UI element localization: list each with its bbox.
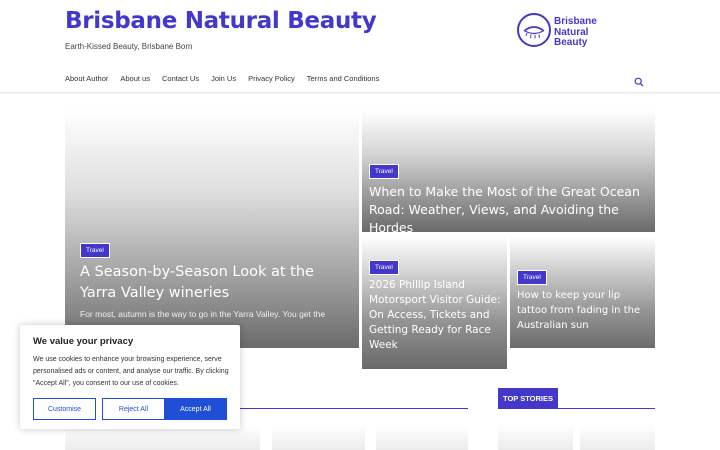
reject-all-button[interactable]: Reject All bbox=[102, 398, 165, 420]
nav-item-contact-us[interactable]: Contact Us bbox=[162, 74, 199, 83]
nav-item-about-author[interactable]: About Author bbox=[65, 74, 108, 83]
eye-logo-icon bbox=[517, 13, 551, 47]
top-stories-heading: TOP STORIES bbox=[498, 388, 559, 409]
featured-card-bottom-right[interactable]: Travel How to keep your lip tattoo from … bbox=[510, 236, 655, 348]
logo-line: Brisbane bbox=[554, 16, 597, 27]
card-title[interactable]: A Season-by-Season Look at the Yarra Val… bbox=[80, 262, 350, 304]
category-badge[interactable]: Travel bbox=[369, 164, 399, 179]
nav-item-privacy-policy[interactable]: Privacy Policy bbox=[248, 74, 295, 83]
card-excerpt: For most, autumn is the way to go in the… bbox=[80, 309, 326, 319]
featured-card-top-right[interactable]: Travel When to Make the Most of the Grea… bbox=[362, 110, 655, 232]
customise-button[interactable]: Customise bbox=[33, 398, 96, 420]
article-thumbnail[interactable] bbox=[498, 424, 573, 450]
category-badge[interactable]: Travel bbox=[369, 260, 399, 275]
accept-all-button[interactable]: Accept All bbox=[164, 398, 227, 420]
site-logo[interactable]: Brisbane Natural Beauty bbox=[516, 12, 606, 52]
nav-item-join-us[interactable]: Join Us bbox=[211, 74, 236, 83]
nav-item-terms[interactable]: Terms and Conditions bbox=[307, 74, 380, 83]
main-nav: About Author About us Contact Us Join Us… bbox=[65, 74, 379, 83]
section-divider bbox=[498, 408, 655, 409]
header-divider bbox=[0, 92, 720, 94]
featured-card-bottom-middle[interactable]: Travel 2026 Phillip Island Motorsport Vi… bbox=[362, 236, 507, 369]
site-title[interactable]: Brisbane Natural Beauty bbox=[65, 8, 377, 34]
logo-line: Beauty bbox=[554, 37, 588, 48]
article-thumbnail[interactable] bbox=[272, 424, 365, 450]
category-badge[interactable]: Travel bbox=[80, 243, 110, 258]
featured-card-main[interactable]: Travel A Season-by-Season Look at the Ya… bbox=[65, 110, 359, 348]
article-thumbnail[interactable] bbox=[580, 424, 655, 450]
card-title[interactable]: 2026 Phillip Island Motorsport Visitor G… bbox=[369, 278, 503, 353]
cookie-consent-banner: We value your privacy We use cookies to … bbox=[20, 325, 240, 429]
card-title[interactable]: How to keep your lip tattoo from fading … bbox=[517, 288, 651, 333]
cookie-text: We use cookies to enhance your browsing … bbox=[33, 356, 229, 387]
category-badge[interactable]: Travel bbox=[517, 270, 547, 285]
card-title[interactable]: When to Make the Most of the Great Ocean… bbox=[369, 183, 651, 232]
cookie-title: We value your privacy bbox=[33, 336, 134, 347]
section-divider bbox=[235, 408, 468, 409]
site-tagline: Earth-Kissed Beauty, Brisbane Born bbox=[65, 42, 193, 51]
article-thumbnail[interactable] bbox=[376, 424, 468, 450]
logo-text: Brisbane Natural Beauty bbox=[554, 16, 597, 49]
search-icon[interactable] bbox=[634, 74, 644, 87]
nav-item-about-us[interactable]: About us bbox=[120, 74, 150, 83]
